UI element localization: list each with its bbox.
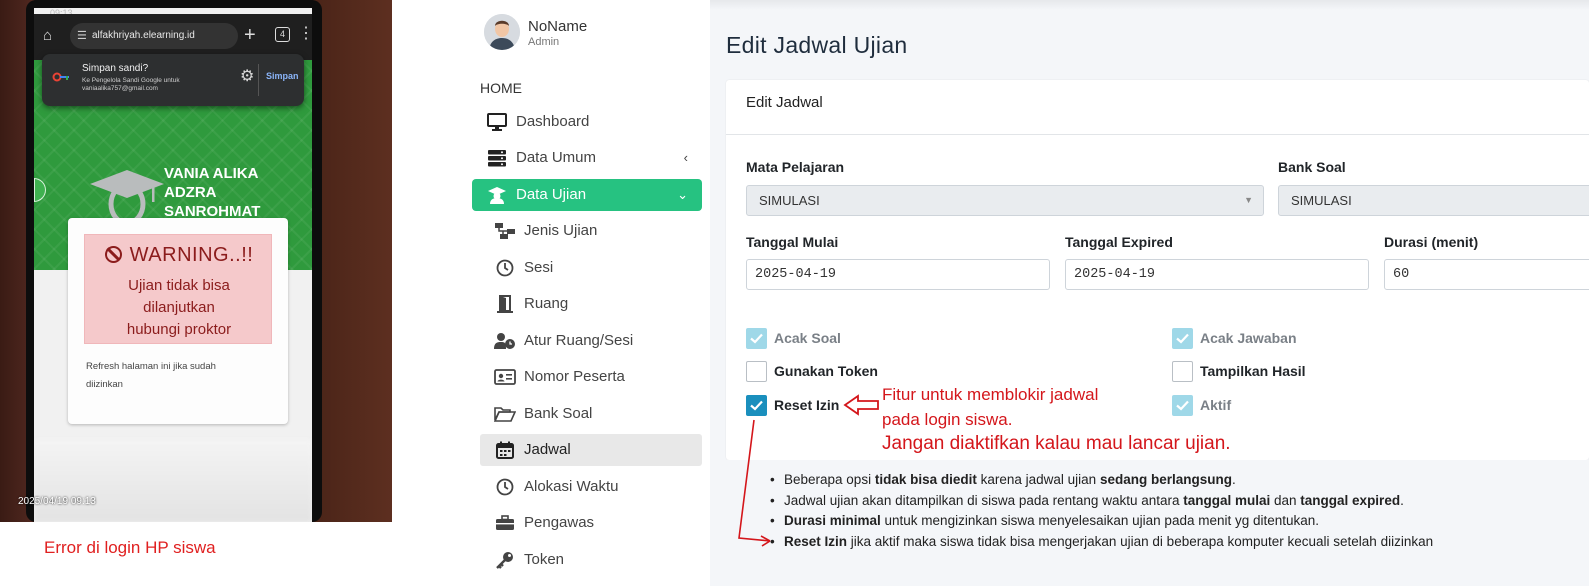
annotation-connector-line: [738, 419, 771, 542]
annotation-arrow-icon: [843, 394, 879, 416]
annotation-arrows: [738, 394, 879, 547]
